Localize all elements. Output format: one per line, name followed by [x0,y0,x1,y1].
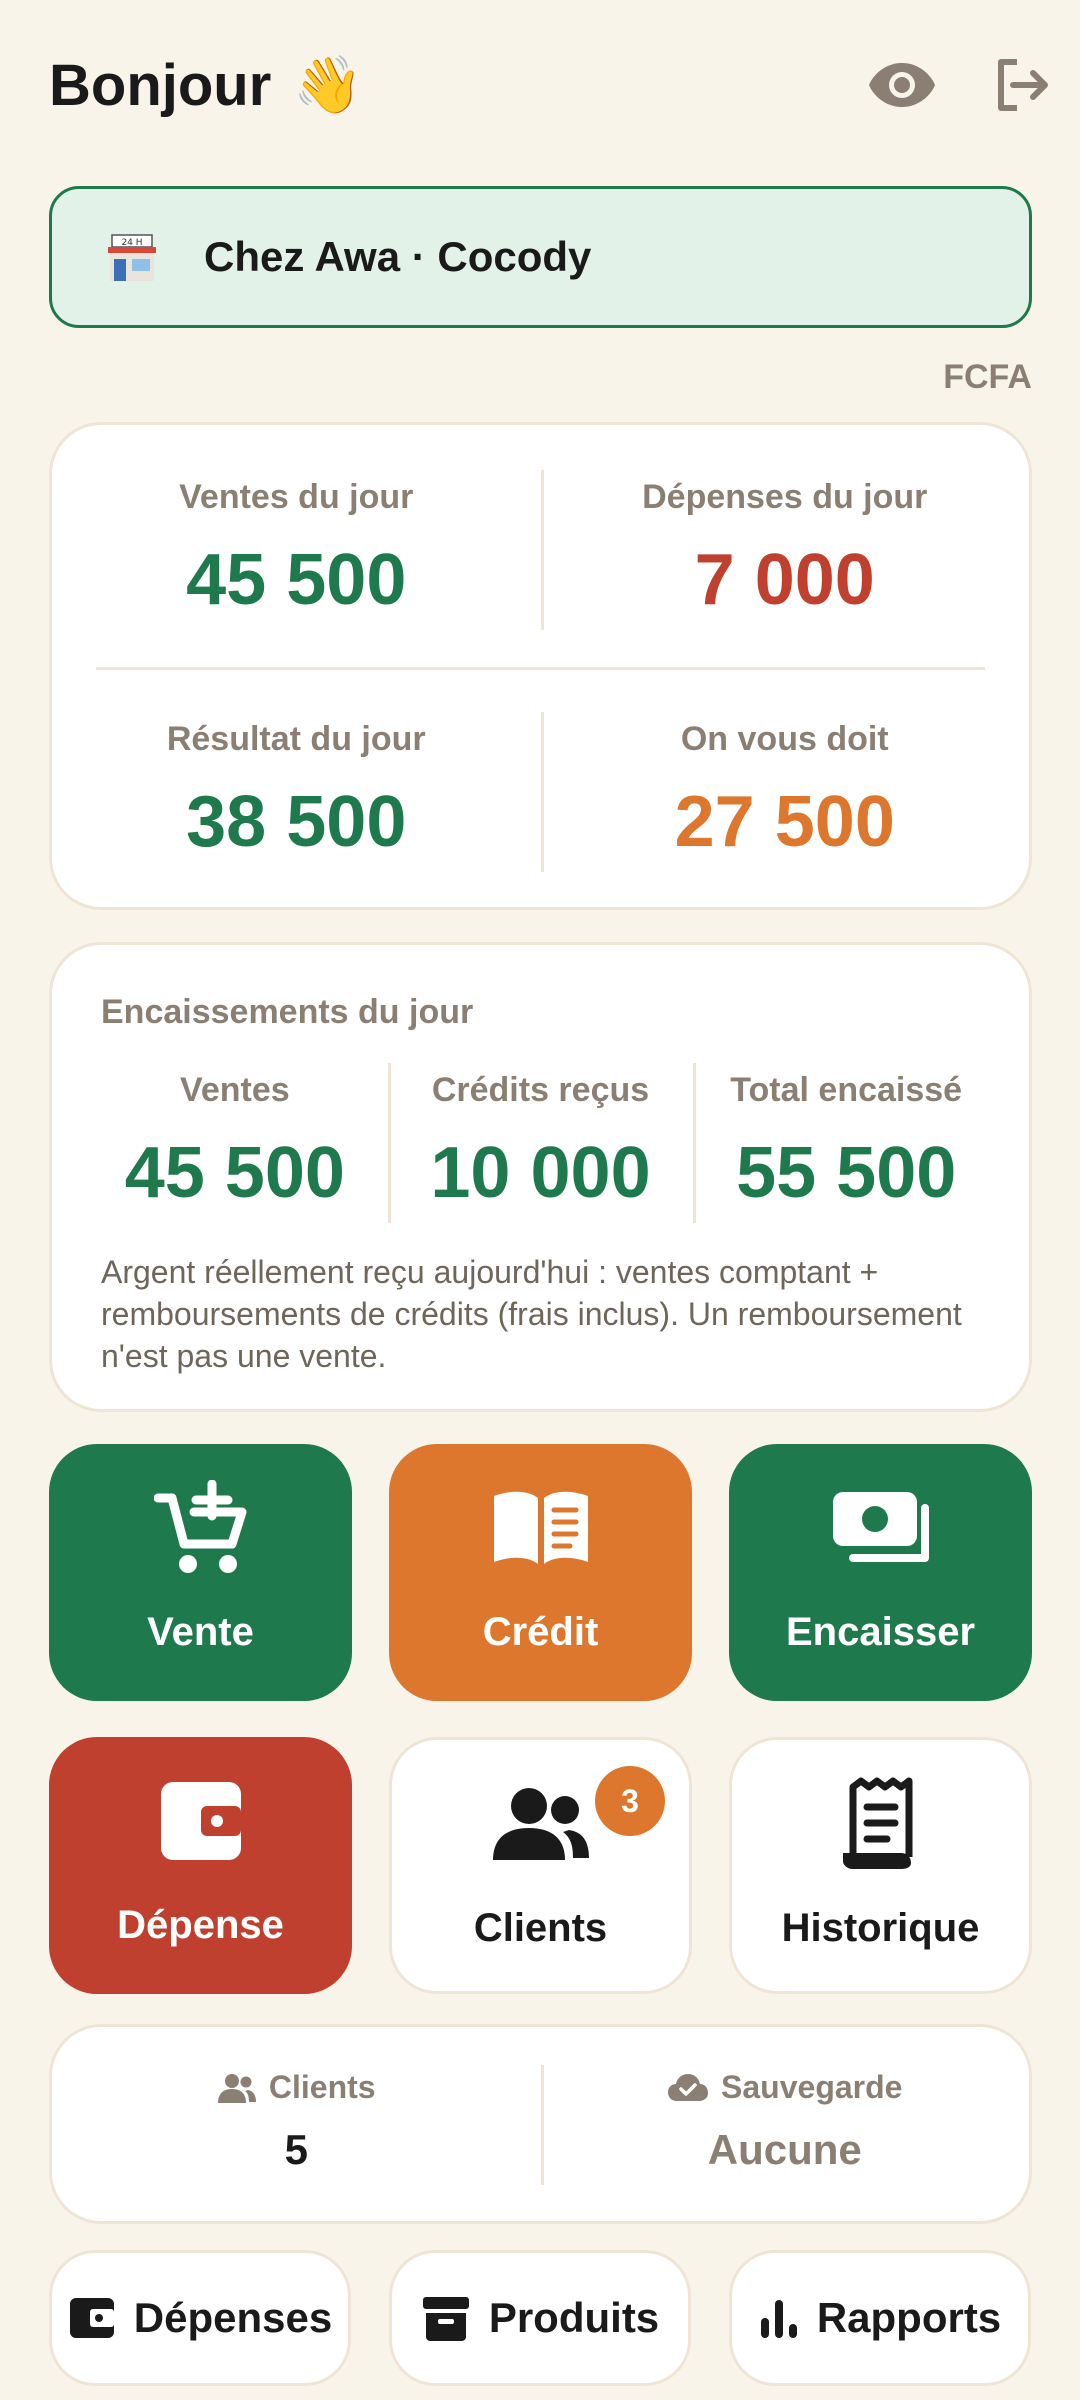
cash-in-note: Argent réellement reçu aujourd'hui : ven… [101,1254,962,1374]
credit-button[interactable]: Crédit [389,1444,692,1701]
sales-today: Ventes du jour 45 500 [52,470,541,630]
cash-in-total-label: Total encaissé [730,1071,963,1109]
result-today-value: 38 500 [186,782,407,862]
receipt-icon [842,1777,912,1869]
store-icon: 24 H [108,234,156,281]
cash-in-credits-label: Crédits reçus [431,1071,650,1109]
bar-chart-icon [760,2300,797,2338]
wallet-icon [69,2298,114,2338]
cash-in-credits-value: 10 000 [430,1133,651,1213]
sale-button[interactable]: Vente [49,1444,352,1701]
cash-in-title: Encaissements du jour [101,993,474,1031]
owed-to-you: On vous doit 27 500 [540,712,1030,872]
expenses-today-label: Dépenses du jour [642,478,928,516]
cash-in-sales-label: Ventes [180,1071,290,1109]
backup-stat: Sauvegarde Aucune [540,2065,1030,2185]
cash-in-total-value: 55 500 [736,1133,957,1213]
reports-nav-label: Rapports [816,2294,1002,2341]
cash-in-sales-value: 45 500 [124,1133,345,1213]
clients-button[interactable]: Clients 3 [389,1737,692,1994]
expense-button-label: Dépense [117,1903,284,1947]
shop-selector[interactable]: 24 H Chez Awa · Cocody [49,186,1032,328]
cart-plus-icon [153,1480,246,1573]
products-nav-button[interactable]: Produits [389,2250,691,2386]
backup-stat-label: Sauvegarde [721,2069,903,2105]
eye-icon[interactable] [867,59,937,111]
cloud-check-icon [668,2073,709,2101]
book-open-icon [493,1491,588,1564]
stats-card: Clients 5 Sauvegarde Aucune [49,2024,1032,2224]
greeting: Bonjour 👋 [49,52,363,119]
expenses-nav-label: Dépenses [133,2294,333,2341]
result-today-label: Résultat du jour [166,720,426,758]
expense-button[interactable]: Dépense [49,1737,352,1994]
backup-stat-value: Aucune [707,2126,862,2173]
products-nav-label: Produits [488,2294,660,2341]
cash-in-button[interactable]: Encaisser [729,1444,1032,1701]
daily-summary-card: Ventes du jour 45 500 Dépenses du jour 7… [49,422,1032,910]
logout-icon[interactable] [993,56,1051,114]
reports-nav-button[interactable]: Rapports [729,2250,1031,2386]
sales-today-label: Ventes du jour [179,478,414,516]
users-icon [492,1788,589,1860]
result-today: Résultat du jour 38 500 [52,712,541,872]
divider [96,667,985,670]
cash-in-credits: Crédits reçus 10 000 [387,1063,694,1223]
money-bill-icon [832,1492,929,1562]
cash-in-sales: Ventes 45 500 [82,1063,388,1223]
sale-button-label: Vente [147,1610,254,1654]
wallet-icon [160,1782,241,1860]
currency-label: FCFA [943,358,1032,396]
clients-stat-label: Clients [268,2069,376,2105]
cash-in-button-label: Encaisser [785,1610,976,1654]
archive-box-icon [422,2297,469,2341]
clients-stat-value: 5 [284,2126,308,2173]
owed-to-you-label: On vous doit [680,720,889,758]
history-button-label: Historique [781,1906,980,1950]
expenses-nav-button[interactable]: Dépenses [49,2250,351,2386]
sales-today-value: 45 500 [186,540,407,620]
owed-to-you-value: 27 500 [674,782,895,862]
users-icon [217,2073,256,2103]
credit-button-label: Crédit [482,1610,599,1654]
wave-icon: 👋 [293,53,364,116]
shop-name: Chez Awa · Cocody [204,233,592,280]
cash-in-total: Total encaissé 55 500 [693,1063,999,1223]
expenses-today: Dépenses du jour 7 000 [540,470,1030,630]
expenses-today-value: 7 000 [694,540,875,620]
svg-text:24 H: 24 H [121,238,142,248]
history-button[interactable]: Historique [729,1737,1032,1994]
greeting-text: Bonjour [49,52,272,118]
header: Bonjour 👋 [49,40,1048,130]
clients-count-badge: 3 [595,1766,665,1836]
cash-in-card: Encaissements du jour Ventes 45 500 Créd… [49,942,1032,1412]
clients-stat: Clients 5 [52,2065,541,2185]
clients-button-label: Clients [473,1906,608,1950]
